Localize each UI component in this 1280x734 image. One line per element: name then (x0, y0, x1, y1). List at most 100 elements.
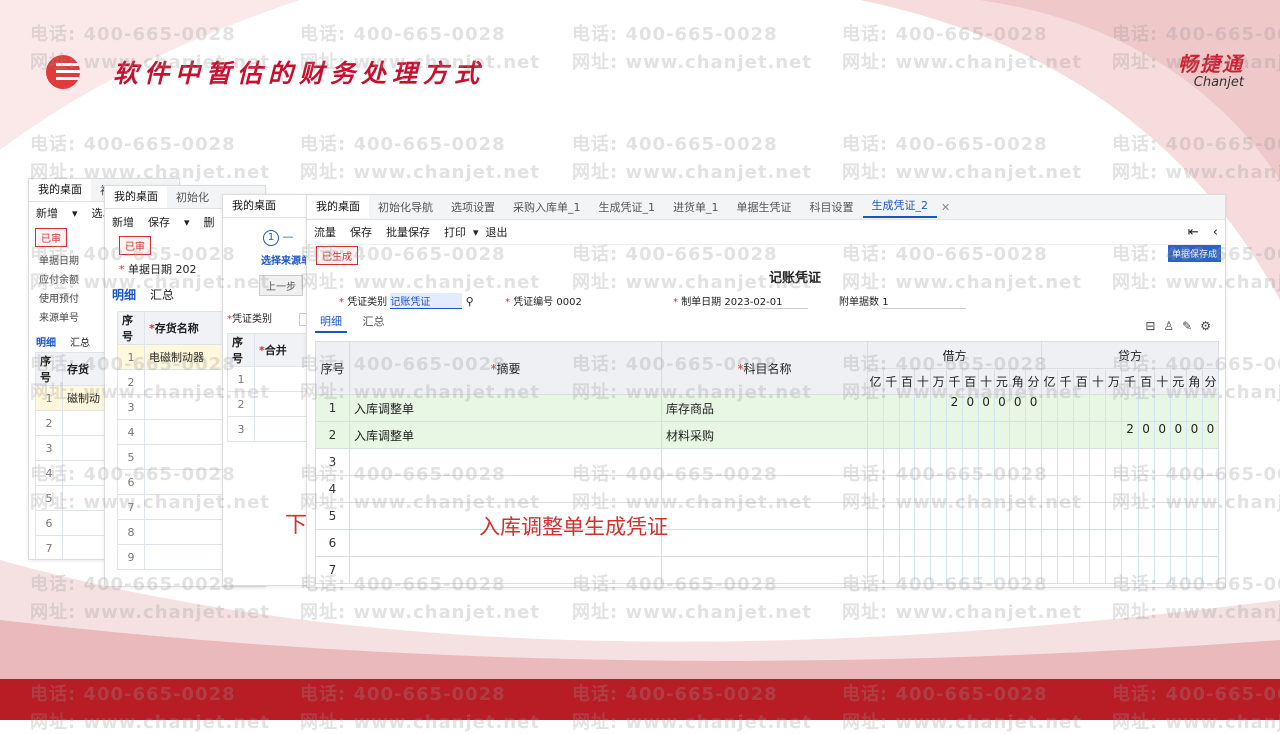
voucher-type-input[interactable]: 记账凭证 (390, 293, 463, 309)
amount-digit (1121, 503, 1137, 529)
close-icon[interactable]: ✕ (937, 201, 954, 214)
credit-amount-cell[interactable] (1041, 529, 1219, 557)
voucher-row[interactable]: 1 入库调整单 库存商品 2 0 0 0 0 0 (315, 394, 1219, 422)
credit-amount-cell[interactable] (1041, 394, 1219, 422)
debit-amount-cell[interactable]: 200000 (867, 394, 1042, 422)
voucher-row[interactable]: 7 (315, 556, 1219, 584)
amount-digit (1105, 476, 1121, 502)
row-seq-cell[interactable]: 6 (315, 529, 350, 557)
tab-summary[interactable]: 汇总 (63, 334, 97, 349)
account-cell[interactable] (661, 448, 868, 476)
bill-save-mode-button[interactable]: 单据保存成 (1167, 245, 1221, 262)
summary-cell[interactable] (349, 556, 662, 584)
voucher-no-input[interactable]: 0002 (556, 297, 581, 308)
tab-detail[interactable]: 明细 (315, 315, 347, 333)
new-button[interactable]: 新增 (105, 214, 141, 230)
credit-amount-cell[interactable]: 200000 (1041, 421, 1219, 449)
tab-detail[interactable]: 明细 (105, 286, 143, 303)
amount-digit (1009, 476, 1025, 502)
tab-purchase-inbound[interactable]: 采购入库单_1 (504, 199, 590, 215)
exit-button[interactable]: 退出 (479, 224, 515, 240)
amount-digit (1185, 449, 1202, 475)
debit-amount-cell[interactable] (867, 529, 1042, 557)
digit-unit-label: 亿 (1043, 374, 1056, 389)
summary-cell[interactable] (349, 448, 662, 476)
debit-amount-cell[interactable] (867, 475, 1042, 503)
print-button[interactable]: 打印 (437, 224, 473, 240)
tab-my-desktop[interactable]: 我的桌面 (307, 196, 369, 218)
credit-amount-cell[interactable] (1041, 556, 1219, 584)
attachment-count-input[interactable]: 1 (882, 297, 967, 309)
brand-name-en: Chanjet (1193, 75, 1244, 90)
amount-digit (1073, 503, 1089, 529)
search-icon[interactable]: ⚲ (466, 295, 474, 308)
amount-digit (1073, 422, 1089, 448)
tab-purchase-order[interactable]: 进货单_1 (664, 199, 728, 215)
cash-flow-button[interactable]: 流量 (307, 224, 343, 240)
digit-unit-label: 千 (946, 369, 962, 394)
row-seq-cell[interactable]: 1 (315, 394, 350, 422)
voucher-row[interactable]: 3 (315, 448, 1219, 476)
tab-my-desktop[interactable]: 我的桌面 (105, 186, 167, 208)
voucher-row[interactable]: 2 入库调整单 材料采购 2 0 0 0 0 0 (315, 421, 1219, 449)
debit-amount-cell[interactable] (867, 556, 1042, 584)
amount-digit (1169, 530, 1186, 556)
row-seq-cell[interactable]: 5 (315, 502, 350, 530)
row-seq-cell[interactable]: 7 (315, 556, 350, 584)
tab-account-settings[interactable]: 科目设置 (801, 199, 863, 215)
import-icon[interactable]: ⊟ (1145, 319, 1163, 333)
delete-button[interactable]: 删 (197, 214, 222, 230)
edit-icon[interactable]: ✎ (1182, 319, 1200, 333)
tab-summary[interactable]: 汇总 (351, 315, 397, 328)
amount-digit (1025, 422, 1041, 448)
account-cell[interactable] (661, 556, 868, 584)
tab-options[interactable]: 选项设置 (442, 199, 504, 215)
amount-digit (1009, 530, 1025, 556)
account-cell[interactable]: 材料采购 (661, 421, 868, 449)
amount-digit (1009, 422, 1025, 448)
save-button[interactable]: 保存 (141, 214, 177, 230)
row-seq-cell[interactable]: 4 (315, 475, 350, 503)
user-icon[interactable]: ♙ (1163, 319, 1182, 333)
chevron-down-icon[interactable]: ▾ (177, 216, 197, 229)
chevron-down-icon[interactable]: ▾ (65, 207, 85, 220)
tab-init-nav[interactable]: 初始化导航 (369, 199, 442, 215)
account-cell[interactable] (661, 502, 868, 530)
credit-amount-cell[interactable] (1041, 448, 1219, 476)
row-seq-cell[interactable]: 2 (315, 421, 350, 449)
debit-amount-cell[interactable] (867, 502, 1042, 530)
debit-amount-cell[interactable] (867, 448, 1042, 476)
tab-init[interactable]: 初始化 (167, 189, 218, 205)
voucher-row[interactable]: 5 (315, 502, 1219, 530)
settings-icon[interactable]: ⚙ (1200, 319, 1219, 333)
account-cell[interactable] (661, 529, 868, 557)
voucher-row[interactable]: 6 (315, 529, 1219, 557)
tab-my-desktop[interactable]: 我的桌面 (29, 179, 91, 201)
tab-bill-to-voucher[interactable]: 单据生凭证 (728, 199, 801, 215)
account-cell[interactable]: 库存商品 (661, 394, 868, 422)
prev-page-icon[interactable]: ‹ (1206, 225, 1225, 240)
account-cell[interactable] (661, 475, 868, 503)
digit-unit-label: 百 (1137, 369, 1154, 394)
row-seq-cell[interactable]: 3 (315, 448, 350, 476)
bill-date-value[interactable]: 202 (176, 263, 197, 276)
credit-amount-cell[interactable] (1041, 475, 1219, 503)
voucher-date-input[interactable]: 2023-02-01 (724, 297, 809, 309)
new-button[interactable]: 新增 (29, 205, 65, 221)
batch-save-button[interactable]: 批量保存 (379, 224, 437, 240)
save-button[interactable]: 保存 (343, 224, 379, 240)
debit-amount-cell[interactable] (867, 421, 1042, 449)
summary-cell[interactable]: 入库调整单 (349, 421, 662, 449)
tab-generate-voucher-1[interactable]: 生成凭证_1 (590, 199, 665, 215)
voucher-row[interactable]: 4 (315, 475, 1219, 503)
summary-cell[interactable]: 入库调整单 (349, 394, 662, 422)
amount-digit: 0 (977, 395, 994, 421)
tab-summary[interactable]: 汇总 (143, 286, 181, 303)
first-page-icon[interactable]: ⇤ (1181, 225, 1206, 240)
summary-cell[interactable] (349, 475, 662, 503)
tab-my-desktop[interactable]: 我的桌面 (223, 195, 285, 217)
credit-amount-cell[interactable] (1041, 502, 1219, 530)
prev-step-button[interactable]: 上一步 (259, 275, 303, 296)
tab-generate-voucher-2[interactable]: 生成凭证_2 (862, 196, 937, 218)
tab-detail[interactable]: 明细 (29, 334, 63, 349)
